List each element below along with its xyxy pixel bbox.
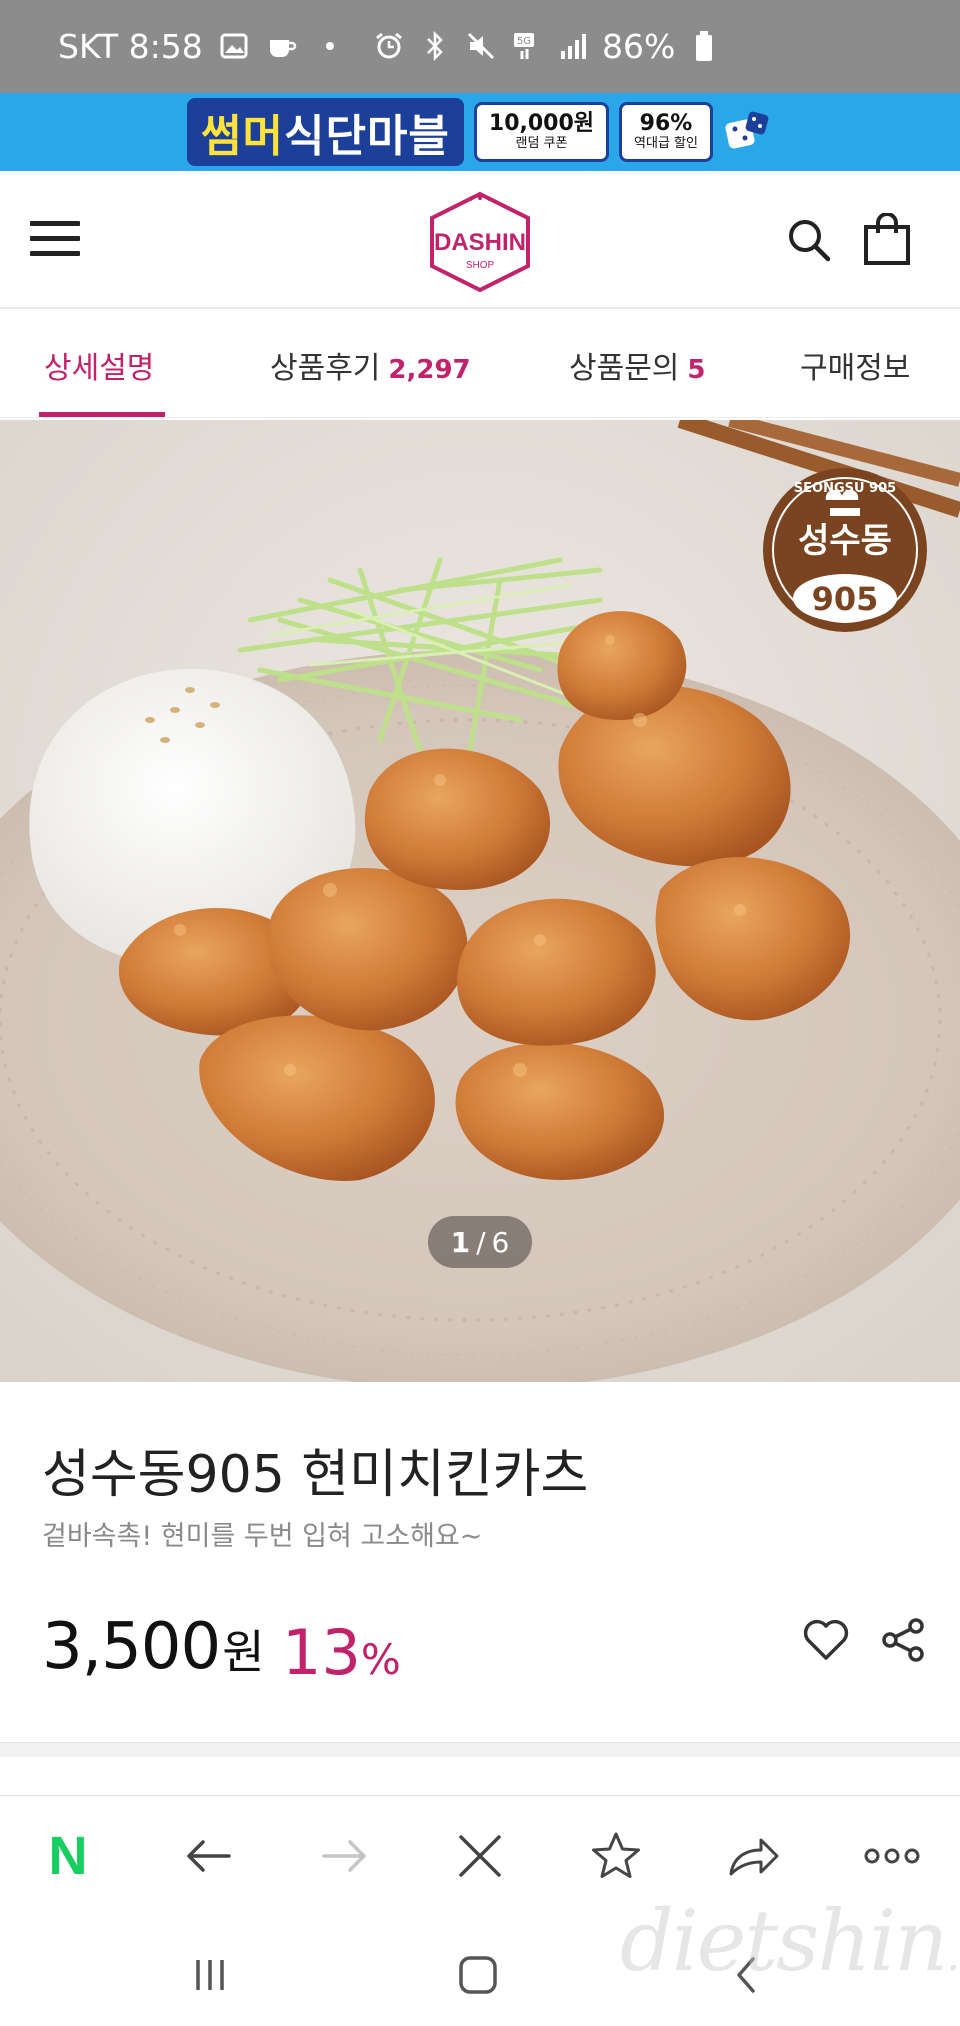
tab-reviews-label: 상품후기 [270, 351, 381, 386]
banner-coupon-2: 96% 역대급 할인 [619, 102, 713, 162]
product-description: 겉바속촉! 현미를 두번 입혀 고소해요~ [42, 1521, 483, 1552]
battery-percent: 86% [602, 26, 676, 66]
section-divider [0, 1742, 960, 1757]
pager-total: 6 [491, 1225, 510, 1259]
dice-icon [725, 111, 769, 149]
logo-subtext: SHOP [466, 260, 495, 271]
banner-title-part1: 썸머 [201, 111, 284, 162]
badge-brand-ko: 성수동 [798, 521, 892, 561]
product-price: 3,500원 [42, 1610, 265, 1684]
tab-reviews[interactable]: 상품후기 2,297 [270, 343, 471, 387]
naver-logo: N [48, 1826, 88, 1886]
star-icon[interactable] [586, 1826, 646, 1886]
heart-icon[interactable] [800, 1614, 852, 1666]
alarm-icon [372, 26, 406, 66]
banner-title: 썸머식단마블 [187, 98, 464, 166]
bluetooth-icon [418, 26, 452, 66]
recent-apps-icon[interactable] [180, 1950, 240, 2000]
dashin-logo[interactable]: DASHIN SHOP [424, 190, 536, 294]
tab-inquiries-count: 5 [687, 355, 706, 385]
coupon-1-label: 랜덤 쿠폰 [515, 136, 568, 151]
mute-icon [464, 26, 498, 66]
close-icon[interactable] [450, 1826, 510, 1886]
price-unit: 원 [222, 1625, 264, 1679]
badge-number: 905 [812, 580, 879, 618]
share-icon[interactable] [878, 1614, 930, 1666]
battery-icon [687, 26, 721, 66]
logo-text: DASHIN [434, 229, 526, 256]
pager-current: 1 [450, 1225, 471, 1259]
image-pager: 1 / 6 [428, 1216, 532, 1268]
home-icon[interactable] [448, 1950, 508, 2000]
promo-banner[interactable]: 썸머식단마블 10,000원 랜덤 쿠폰 96% 역대급 할인 [0, 93, 960, 171]
search-icon[interactable] [786, 217, 832, 263]
tab-inquiries-label: 상품문의 [569, 351, 680, 386]
gallery-icon [217, 26, 251, 66]
watermark-main: dietshin [620, 1892, 948, 1990]
share-arrow-icon[interactable] [724, 1826, 784, 1886]
lte-signal-icon: 5G [510, 26, 544, 66]
carrier-time: SKT 8:58 [58, 26, 203, 66]
product-info: 성수동905 현미치킨카츠 겉바속촉! 현미를 두번 입혀 고소해요~ 3,50… [0, 1382, 960, 1742]
price-value: 3,500 [42, 1610, 221, 1684]
site-watermark: dietshin.com [620, 1892, 960, 1990]
product-image-carousel[interactable]: SEONGSU 905 성수동 905 1 / 6 [0, 420, 960, 1382]
active-tab-indicator [39, 412, 165, 417]
tab-purchase-info[interactable]: 구매정보 [800, 343, 910, 387]
discount-rate: 13% [282, 1616, 401, 1689]
tab-reviews-count: 2,297 [388, 355, 471, 385]
naver-home-button[interactable]: N [38, 1826, 98, 1886]
coupon-2-label: 역대급 할인 [634, 136, 698, 151]
tab-details-label: 상세설명 [44, 351, 155, 386]
watermark-suffix: .com [946, 1930, 960, 1981]
banner-title-part2: 식단마블 [283, 111, 450, 162]
product-name: 성수동905 현미치킨카츠 [42, 1445, 589, 1505]
shopping-bag-icon[interactable] [862, 213, 912, 265]
discount-unit: % [360, 1635, 401, 1684]
status-bar: SKT 8:58 5G 86% [0, 0, 960, 93]
banner-coupon-1: 10,000원 랜덤 쿠폰 [473, 102, 610, 162]
pager-separator: / [476, 1225, 486, 1259]
forward-arrow-icon[interactable] [315, 1826, 375, 1886]
site-header: DASHIN SHOP [0, 171, 960, 309]
tab-inquiries[interactable]: 상품문의 5 [569, 343, 706, 387]
coffee-icon [265, 26, 299, 66]
discount-value: 13 [282, 1616, 361, 1689]
back-arrow-icon[interactable] [178, 1826, 238, 1886]
signal-icon [556, 26, 590, 66]
dot-icon [313, 26, 347, 66]
tab-details[interactable]: 상세설명 [44, 343, 154, 387]
more-options-icon[interactable] [862, 1826, 922, 1886]
svg-text:5G: 5G [517, 36, 531, 47]
tab-purchase-info-label: 구매정보 [800, 351, 911, 386]
coupon-2-amount: 96% [639, 111, 693, 136]
hamburger-menu-icon[interactable] [30, 221, 80, 257]
coupon-1-amount: 10,000원 [488, 111, 595, 136]
product-tabs: 상세설명 상품후기 2,297 상품문의 5 구매정보 [0, 309, 960, 418]
